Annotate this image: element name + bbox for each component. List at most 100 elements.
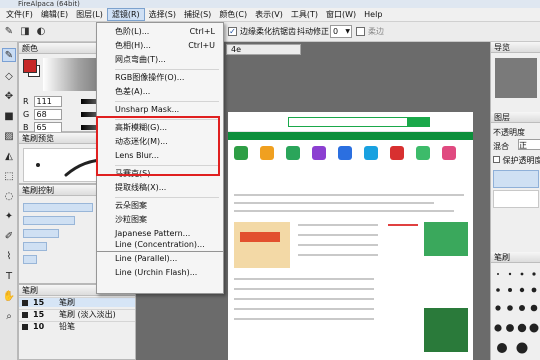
stabilizer-value: 0 xyxy=(333,27,339,36)
menu-snap[interactable]: 捕捉(S) xyxy=(180,8,215,21)
menu-item-clouds[interactable]: 云朵图案 xyxy=(97,199,223,213)
web-banner-text xyxy=(240,232,280,242)
menu-select[interactable]: 选择(S) xyxy=(145,8,180,21)
brush-size-grid[interactable] xyxy=(492,266,540,356)
layers-title: 图层 xyxy=(491,112,540,123)
menu-item-hue[interactable]: 色相(H)... Ctrl+U xyxy=(97,39,223,53)
blend-select[interactable]: 正 xyxy=(518,139,540,150)
layer-item[interactable] xyxy=(493,190,539,208)
menu-edit[interactable]: 编辑(E) xyxy=(37,8,72,21)
opacity-label: 不透明度 xyxy=(493,128,525,137)
g-value-input[interactable]: 68 xyxy=(33,109,62,120)
menu-separator xyxy=(115,69,219,70)
menu-filter[interactable]: 滤镜(R) xyxy=(106,8,145,21)
highlight-box xyxy=(96,116,220,176)
filter-menu-lower: Line (Concentration)... Line (Parallel).… xyxy=(96,240,224,294)
menu-layer[interactable]: 图层(L) xyxy=(72,8,107,21)
layer-item[interactable] xyxy=(493,170,539,188)
brush-min-size-slider[interactable] xyxy=(23,255,37,264)
brush-control-title-text: 笔刷控制 xyxy=(22,186,54,195)
web-icon-row xyxy=(228,140,473,180)
menu-item-halftone[interactable]: 网点弯曲(T)... xyxy=(97,53,223,67)
brush-spacing-slider[interactable] xyxy=(23,242,47,251)
text-line xyxy=(234,318,374,320)
brush-swatch xyxy=(22,300,28,306)
menu-item-aberration[interactable]: 色差(A)... xyxy=(97,85,223,99)
eraser-tool-icon[interactable]: ◇ xyxy=(2,70,16,84)
text-line xyxy=(388,224,418,226)
menu-item-extract-lines[interactable]: 提取线稿(X)... xyxy=(97,181,223,195)
menu-item-line-parallel[interactable]: Line (Parallel)... xyxy=(97,252,223,266)
menu-item-label: 沙粒图案 xyxy=(115,215,147,224)
text-line xyxy=(234,278,374,280)
move-tool-icon[interactable]: ✥ xyxy=(2,90,16,104)
menu-item-label: 网点弯曲(T)... xyxy=(115,55,166,64)
menu-item-sand[interactable]: 沙粒图案 xyxy=(97,213,223,227)
soft-edge-checkbox[interactable] xyxy=(356,27,365,36)
web-nav-bar xyxy=(228,132,473,140)
protect-alpha-row[interactable]: 保护透明度 xyxy=(493,155,540,166)
r-value-input[interactable]: 111 xyxy=(33,96,62,107)
brush-preview-title-text: 笔刷预览 xyxy=(22,134,54,143)
stabilizer-select[interactable]: 0 ▼ xyxy=(330,25,352,38)
text-line xyxy=(234,194,464,196)
menu-tools[interactable]: 工具(T) xyxy=(287,8,322,21)
r-label: R xyxy=(23,97,29,106)
antialias-checkbox[interactable]: ✓ xyxy=(228,27,237,36)
web-header xyxy=(228,112,473,132)
chevron-down-icon: ▼ xyxy=(345,28,350,35)
eyedropper-icon[interactable]: ⌇ xyxy=(2,250,16,264)
brush-density-slider[interactable] xyxy=(23,229,59,238)
protect-alpha-checkbox[interactable] xyxy=(493,156,500,163)
brush-size: 10 xyxy=(33,322,45,331)
menu-item-levels[interactable]: 色阶(L)... Ctrl+L xyxy=(97,25,223,39)
navigator-preview[interactable] xyxy=(495,58,537,98)
foreground-color-swatch[interactable] xyxy=(23,59,37,73)
right-brush-title: 笔刷 xyxy=(491,252,540,263)
text-line xyxy=(234,308,374,310)
app-icon xyxy=(338,146,352,160)
document-canvas[interactable] xyxy=(228,112,473,360)
blend-mode-icon[interactable]: ◐ xyxy=(34,25,48,39)
zoom-tool-icon[interactable]: ⌕ xyxy=(2,310,16,324)
menu-view[interactable]: 表示(V) xyxy=(251,8,287,21)
text-line xyxy=(234,298,374,300)
select-pen-icon[interactable]: ✐ xyxy=(2,230,16,244)
brush-opacity-slider[interactable] xyxy=(23,216,75,225)
bucket-tool-icon[interactable]: ◭ xyxy=(2,150,16,164)
menu-item-line-concentration[interactable]: Line (Concentration)... xyxy=(97,238,223,252)
r-row: R 111 xyxy=(23,96,62,107)
pen-tool-icon[interactable]: ✎ xyxy=(2,48,16,62)
brush-mode-icon[interactable]: ✎ xyxy=(2,25,16,39)
menu-window[interactable]: 窗口(W) xyxy=(322,8,360,21)
color-panel-title-text: 颜色 xyxy=(22,44,38,53)
menu-item-label: 色阶(L)... xyxy=(115,27,150,36)
app-icon xyxy=(260,146,274,160)
menu-item-rgb-ops[interactable]: RGB图像操作(O)... xyxy=(97,71,223,85)
text-tool-icon[interactable]: T xyxy=(2,270,16,284)
window-title: FireAlpaca (64bit) xyxy=(0,0,540,8)
menu-file[interactable]: 文件(F) xyxy=(2,8,37,21)
select-tool-icon[interactable]: ⬚ xyxy=(2,170,16,184)
menu-color[interactable]: 颜色(C) xyxy=(215,8,251,21)
text-line xyxy=(298,234,378,236)
menu-item-label: 云朵图案 xyxy=(115,201,147,210)
magic-wand-icon[interactable]: ✦ xyxy=(2,210,16,224)
brush-list-item[interactable]: 10 铅笔 xyxy=(19,321,135,331)
brush-swatch xyxy=(22,324,28,330)
fill-tool-icon[interactable]: ■ xyxy=(2,110,16,124)
gradient-tool-icon[interactable]: ▨ xyxy=(2,130,16,144)
document-tab[interactable]: 4e xyxy=(226,44,301,55)
menu-item-label: Unsharp Mask... xyxy=(115,105,180,114)
brush-size-slider[interactable] xyxy=(23,203,93,212)
lasso-tool-icon[interactable]: ◌ xyxy=(2,190,16,204)
menu-item-label: RGB图像操作(O)... xyxy=(115,73,185,82)
text-line xyxy=(234,210,454,212)
brush-list-item[interactable]: 15 笔刷 (淡入淡出) xyxy=(19,309,135,319)
eraser-mode-icon[interactable]: ◨ xyxy=(18,25,32,39)
hand-tool-icon[interactable]: ✋ xyxy=(2,290,16,304)
menu-item-line-urchin-flash[interactable]: Line (Urchin Flash)... xyxy=(97,266,223,280)
brush-list-item[interactable]: 15 笔刷 xyxy=(19,297,135,307)
menu-item-unsharp-mask[interactable]: Unsharp Mask... xyxy=(97,103,223,117)
menu-help[interactable]: Help xyxy=(360,8,386,21)
